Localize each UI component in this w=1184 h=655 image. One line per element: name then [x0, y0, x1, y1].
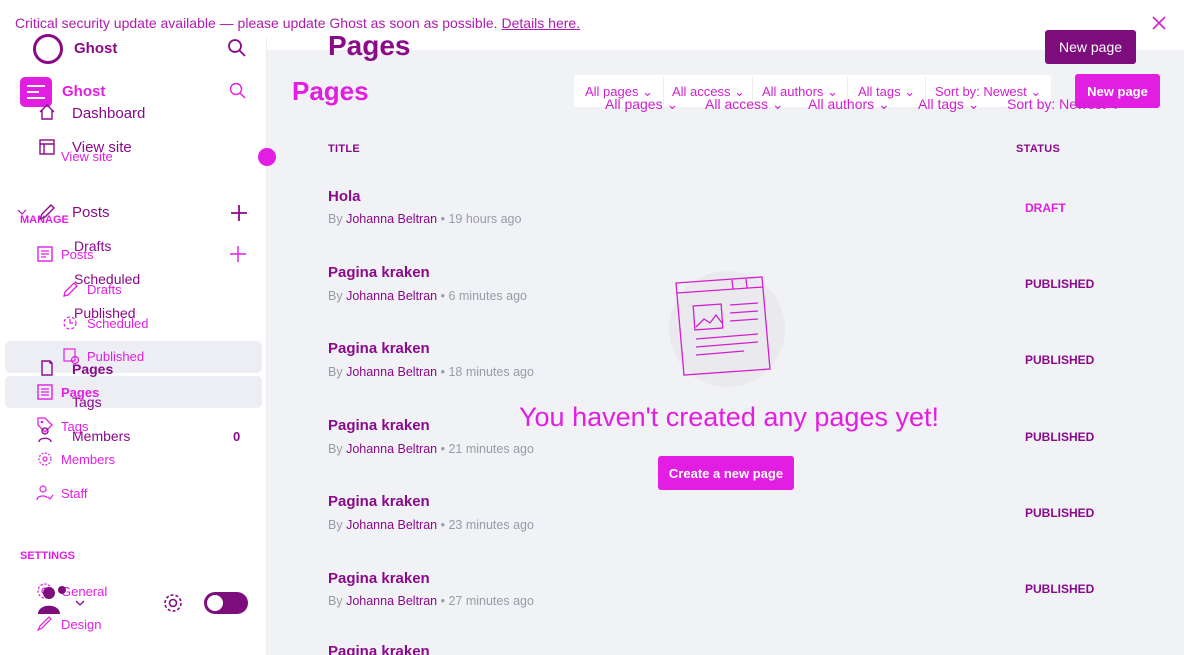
theme-toggle[interactable] — [204, 592, 248, 614]
sort-select-secondary[interactable]: Sort by: Newest ⌄ — [1007, 96, 1121, 113]
toggle-knob — [207, 595, 223, 611]
notification-dot — [258, 148, 276, 166]
status-badge: PUBLISHED — [1025, 582, 1095, 596]
row-title[interactable]: Pagina kraken — [328, 643, 430, 655]
page-title: Pages — [328, 30, 411, 61]
members-icon — [38, 427, 52, 443]
sidebar-item-scheduled[interactable]: Scheduled — [74, 271, 140, 287]
close-icon[interactable] — [1150, 14, 1168, 32]
banner-text: Critical security update available — ple… — [15, 15, 498, 31]
brand-name[interactable]: Ghost — [74, 40, 117, 57]
status-badge: PUBLISHED — [1025, 353, 1095, 367]
security-banner: Critical security update available — ple… — [15, 15, 580, 31]
brand-name-secondary[interactable]: Ghost — [62, 83, 105, 100]
staff-icon — [36, 485, 54, 501]
page-title-secondary: Pages — [292, 76, 369, 106]
column-header-title: TITLE — [328, 143, 361, 155]
chevron-down-icon-account[interactable] — [74, 598, 86, 608]
sidebar-item-posts[interactable]: Posts — [72, 204, 110, 221]
status-badge: PUBLISHED — [1025, 430, 1095, 444]
sidebar-item-tags[interactable]: Tags — [72, 394, 102, 410]
sidebar-item-members-secondary[interactable]: Members — [61, 452, 115, 467]
row-title[interactable]: Hola — [328, 188, 361, 205]
plus-icon-secondary[interactable] — [229, 245, 247, 263]
section-title-settings: SETTINGS — [20, 550, 76, 562]
avatar-icon[interactable] — [38, 584, 66, 616]
status-badge: DRAFT — [1025, 201, 1066, 215]
design-icon — [36, 616, 52, 632]
sidebar-item-published[interactable]: Published — [74, 305, 136, 321]
row-title[interactable]: Pagina kraken — [328, 340, 430, 357]
row-title[interactable]: Pagina kraken — [328, 570, 430, 587]
sidebar-divider — [266, 38, 267, 655]
filter-all-pages-secondary[interactable]: All pages ⌄ — [605, 96, 678, 113]
sidebar-item-view-site-secondary[interactable]: View site — [61, 149, 113, 164]
sidebar-item-staff[interactable]: Staff — [61, 486, 88, 501]
sidebar-item-dashboard[interactable]: Dashboard — [72, 105, 145, 122]
status-badge: PUBLISHED — [1025, 277, 1095, 291]
status-badge: PUBLISHED — [1025, 506, 1095, 520]
sidebar-item-general[interactable]: General — [61, 584, 107, 599]
posts-icon-secondary — [37, 246, 53, 262]
ghost-logo-icon[interactable] — [33, 34, 63, 64]
members-icon-secondary — [38, 452, 52, 466]
row-title[interactable]: Pagina kraken — [328, 264, 430, 281]
column-header-status: STATUS — [1016, 143, 1061, 155]
row-meta: By Johanna Beltran • 6 minutes ago — [328, 289, 527, 303]
gear-icon[interactable] — [162, 592, 184, 614]
filter-all-access-secondary[interactable]: All access ⌄ — [705, 96, 784, 113]
page-icon-secondary — [37, 384, 53, 400]
filter-all-tags-secondary[interactable]: All tags ⌄ — [918, 96, 980, 113]
row-meta: By Johanna Beltran • 18 minutes ago — [328, 365, 534, 379]
row-meta: By Johanna Beltran • 19 hours ago — [328, 212, 522, 226]
row-meta: By Johanna Beltran • 21 minutes ago — [328, 442, 534, 456]
search-icon[interactable] — [227, 38, 247, 58]
create-new-page-button[interactable]: Create a new page — [658, 456, 794, 490]
filter-all-authors-secondary[interactable]: All authors ⌄ — [808, 96, 890, 113]
posts-icon — [38, 204, 55, 221]
home-icon — [39, 104, 55, 120]
sidebar-item-pages[interactable]: Pages — [72, 361, 113, 377]
row-title[interactable]: Pagina kraken — [328, 493, 430, 510]
sidebar-item-drafts[interactable]: Drafts — [74, 238, 111, 254]
view-site-icon — [39, 139, 55, 155]
empty-pages-illustration-icon — [675, 276, 771, 376]
search-icon-secondary[interactable] — [229, 82, 247, 100]
new-page-button[interactable]: New page — [1045, 30, 1136, 64]
sidebar-item-design[interactable]: Design — [61, 617, 101, 632]
banner-details-link[interactable]: Details here. — [502, 15, 581, 31]
members-count-badge: 0 — [233, 429, 241, 444]
page-icon — [41, 360, 53, 376]
row-title[interactable]: Pagina kraken — [328, 417, 430, 434]
plus-icon[interactable] — [229, 203, 249, 223]
empty-state-message: You haven't created any pages yet! — [519, 402, 939, 432]
row-meta: By Johanna Beltran • 23 minutes ago — [328, 518, 534, 532]
row-meta: By Johanna Beltran • 27 minutes ago — [328, 594, 534, 608]
sidebar-item-members[interactable]: Members — [72, 428, 130, 444]
